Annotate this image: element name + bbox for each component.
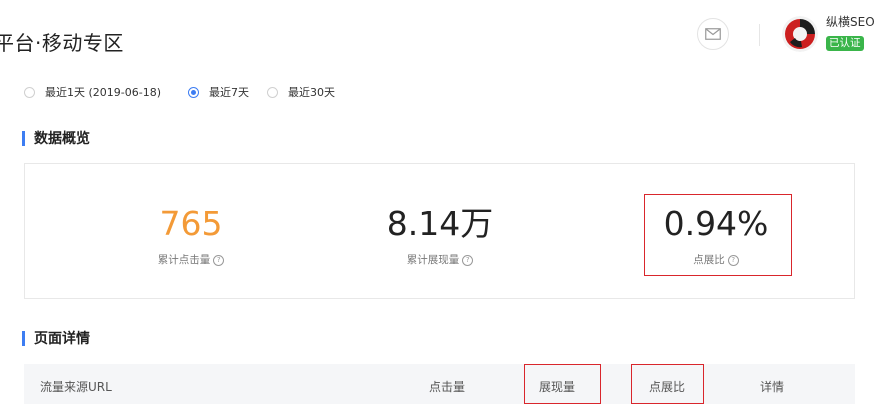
overview-title-text: 数据概览 (34, 131, 90, 147)
avatar[interactable] (782, 16, 818, 52)
radio-circle-icon (24, 86, 35, 98)
radio-circle-icon (267, 86, 278, 98)
stat-value: 8.14万 (386, 204, 494, 243)
stat-label: 累计点击量 (157, 254, 211, 266)
radio-last-30-days[interactable]: 最近30天 (267, 84, 335, 100)
radio-last-7-days[interactable]: 最近7天 (188, 84, 249, 100)
table-header: 流量来源URL 点击量 展现量 点展比 详情 (24, 364, 855, 404)
stat-label: 累计展现量 (406, 254, 460, 266)
radio-label: 最近1天 (2019-06-18) (45, 86, 162, 99)
highlight-ctr-column-box (631, 364, 704, 404)
radio-checked-icon (188, 86, 199, 98)
verified-badge: 已认证 (826, 36, 864, 51)
section-marker (22, 130, 25, 146)
radio-label: 最近7天 (209, 86, 249, 99)
highlight-impressions-box (524, 364, 601, 404)
stat-label-row: 累计点击量? (81, 252, 301, 267)
radio-last-1-day[interactable]: 最近1天 (2019-06-18) (24, 84, 161, 100)
message-button[interactable] (697, 18, 729, 50)
overview-title: 数据概览 (22, 128, 90, 148)
mail-icon (705, 28, 721, 40)
user-name[interactable]: 纵横SEO (826, 13, 875, 30)
help-icon[interactable]: ? (462, 255, 474, 266)
page-details-title: 页面详情 (22, 328, 90, 348)
stat-label-row: 累计展现量? (330, 252, 550, 267)
header-divider (759, 24, 760, 46)
page-details-title-text: 页面详情 (34, 331, 90, 347)
top-header: 平台·移动专区 纵横SEO 已认证 (0, 0, 885, 70)
avatar-logo-icon (782, 16, 818, 52)
column-source-url[interactable]: 流量来源URL (40, 378, 112, 395)
stat-value: 765 (159, 204, 223, 243)
page-title: 平台·移动专区 (0, 31, 124, 55)
section-marker (22, 330, 25, 346)
radio-label: 最近30天 (288, 86, 335, 99)
help-icon[interactable]: ? (213, 255, 225, 266)
column-clicks[interactable]: 点击量 (429, 378, 465, 395)
highlight-ctr-box (644, 194, 792, 276)
column-details[interactable]: 详情 (760, 378, 784, 395)
